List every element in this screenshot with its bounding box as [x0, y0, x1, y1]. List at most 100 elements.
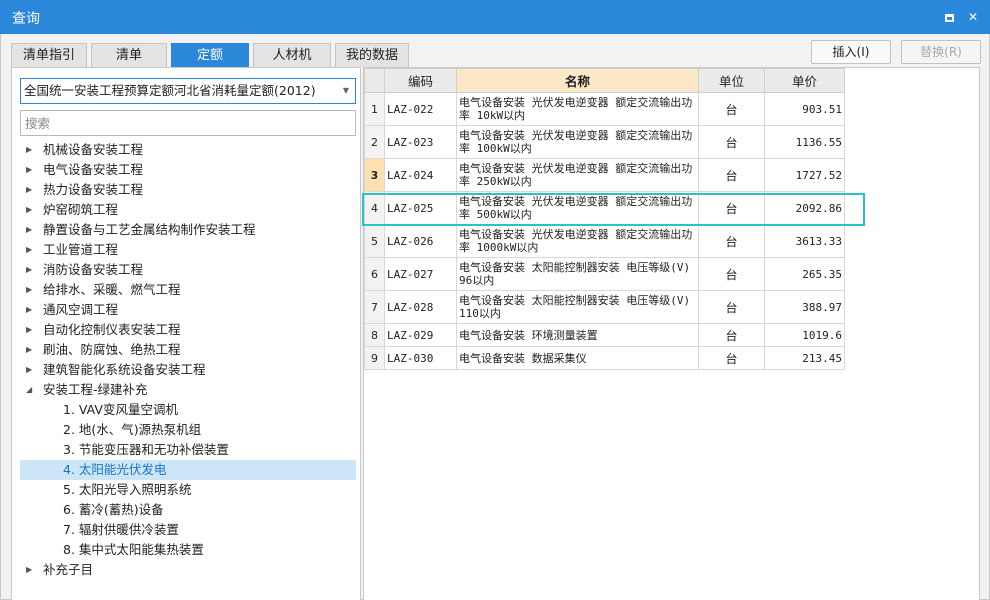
unit-cell[interactable]: 台 — [698, 92, 765, 126]
caret-right-icon[interactable]: ▶ — [26, 280, 36, 300]
price-cell[interactable]: 2092.86 — [764, 191, 845, 225]
name-cell[interactable]: 电气设备安装 光伏发电逆变器 额定交流输出功率 10kW以内 — [456, 92, 699, 126]
table-row[interactable]: 4 LAZ-025 电气设备安装 光伏发电逆变器 额定交流输出功率 500kW以内台… — [364, 191, 845, 225]
code-cell[interactable]: LAZ-023 — [384, 125, 457, 159]
caret-right-icon[interactable]: ▶ — [26, 340, 36, 360]
table-row[interactable]: 9 LAZ-030 电气设备安装 数据采集仪台 213.45 — [364, 346, 845, 370]
tree-item[interactable]: ▶ 建筑智能化系统设备安装工程 — [20, 360, 356, 380]
caret-right-icon[interactable]: ▶ — [26, 220, 36, 240]
code-cell[interactable]: LAZ-028 — [384, 290, 457, 324]
table-row[interactable]: 7 LAZ-028 电气设备安装 太阳能控制器安装 电压等级(V) 110以内台 38… — [364, 290, 845, 324]
caret-right-icon[interactable]: ▶ — [26, 260, 36, 280]
price-cell[interactable]: 1019.6 — [764, 323, 845, 347]
price-cell[interactable]: 265.35 — [764, 257, 845, 291]
unit-cell[interactable]: 台 — [698, 125, 765, 159]
row-index-cell[interactable]: 3 — [364, 158, 385, 192]
row-index-cell[interactable]: 6 — [364, 257, 385, 291]
header-unit[interactable]: 单位 — [698, 68, 765, 93]
code-cell[interactable]: LAZ-022 — [384, 92, 457, 126]
tree-item[interactable]: ▶ 电气设备安装工程 — [20, 160, 356, 180]
tab-quota[interactable]: 定额 — [171, 43, 249, 67]
header-name[interactable]: 名称 — [456, 68, 699, 93]
tree-item[interactable]: ▶ 通风空调工程 — [20, 300, 356, 320]
tree-child-item[interactable]: 4. 太阳能光伏发电 — [20, 460, 356, 480]
tree-item[interactable]: ▶ 刷油、防腐蚀、绝热工程 — [20, 340, 356, 360]
tree-child-item[interactable]: 5. 太阳光导入照明系统 — [20, 480, 356, 500]
name-cell[interactable]: 电气设备安装 光伏发电逆变器 额定交流输出功率 500kW以内 — [456, 191, 699, 225]
header-code[interactable]: 编码 — [384, 68, 457, 93]
name-cell[interactable]: 电气设备安装 光伏发电逆变器 额定交流输出功率 1000kW以内 — [456, 224, 699, 258]
row-index-cell[interactable]: 9 — [364, 346, 385, 370]
tab-bill[interactable]: 清单 — [91, 43, 167, 67]
tree-item[interactable]: ▶ 静置设备与工艺金属结构制作安装工程 — [20, 220, 356, 240]
caret-right-icon[interactable]: ▶ — [26, 560, 36, 580]
caret-right-icon[interactable]: ▶ — [26, 180, 36, 200]
unit-cell[interactable]: 台 — [698, 346, 765, 370]
tree-child-item[interactable]: 2. 地(水、气)源热泵机组 — [20, 420, 356, 440]
search-input[interactable] — [20, 110, 356, 136]
code-cell[interactable]: LAZ-029 — [384, 323, 457, 347]
code-cell[interactable]: LAZ-025 — [384, 191, 457, 225]
row-index-cell[interactable]: 8 — [364, 323, 385, 347]
tree-item[interactable]: ▶ 工业管道工程 — [20, 240, 356, 260]
code-cell[interactable]: LAZ-027 — [384, 257, 457, 291]
close-icon[interactable]: ✕ — [964, 8, 982, 26]
price-cell[interactable]: 903.51 — [764, 92, 845, 126]
caret-right-icon[interactable]: ▶ — [26, 140, 36, 160]
caret-right-icon[interactable]: ▶ — [26, 200, 36, 220]
table-row[interactable]: 3 LAZ-024 电气设备安装 光伏发电逆变器 额定交流输出功率 250kW以内台… — [364, 158, 845, 192]
chevron-down-icon[interactable]: ▼ — [343, 79, 349, 103]
unit-cell[interactable]: 台 — [698, 290, 765, 324]
tree-child-item[interactable]: 8. 集中式太阳能集热装置 — [20, 540, 356, 560]
tree-item[interactable]: ▶ 炉窑砌筑工程 — [20, 200, 356, 220]
name-cell[interactable]: 电气设备安装 数据采集仪 — [456, 346, 699, 370]
price-cell[interactable]: 388.97 — [764, 290, 845, 324]
maximize-icon[interactable] — [940, 8, 958, 26]
name-cell[interactable]: 电气设备安装 太阳能控制器安装 电压等级(V) 96以内 — [456, 257, 699, 291]
header-price[interactable]: 单价 — [764, 68, 845, 93]
table-row[interactable]: 5 LAZ-026 电气设备安装 光伏发电逆变器 额定交流输出功率 1000kW以内… — [364, 224, 845, 258]
tree-item[interactable]: ▶ 给排水、采暖、燃气工程 — [20, 280, 356, 300]
tab-my-data[interactable]: 我的数据 — [335, 43, 409, 67]
tree-child-item[interactable]: 7. 辐射供暖供冷装置 — [20, 520, 356, 540]
tab-labor-material-machine[interactable]: 人材机 — [253, 43, 331, 67]
unit-cell[interactable]: 台 — [698, 158, 765, 192]
unit-cell[interactable]: 台 — [698, 323, 765, 347]
name-cell[interactable]: 电气设备安装 太阳能控制器安装 电压等级(V) 110以内 — [456, 290, 699, 324]
price-cell[interactable]: 1136.55 — [764, 125, 845, 159]
tree-child-item[interactable]: 6. 蓄冷(蓄热)设备 — [20, 500, 356, 520]
code-cell[interactable]: LAZ-024 — [384, 158, 457, 192]
header-index[interactable] — [364, 68, 385, 93]
unit-cell[interactable]: 台 — [698, 191, 765, 225]
unit-cell[interactable]: 台 — [698, 257, 765, 291]
row-index-cell[interactable]: 1 — [364, 92, 385, 126]
row-index-cell[interactable]: 2 — [364, 125, 385, 159]
table-row[interactable]: 2 LAZ-023 电气设备安装 光伏发电逆变器 额定交流输出功率 100kW以内台… — [364, 125, 845, 159]
replace-button[interactable]: 替换(R) — [901, 40, 981, 64]
code-cell[interactable]: LAZ-030 — [384, 346, 457, 370]
tree-item[interactable]: ▶ 补充子目 — [20, 560, 356, 580]
table-row[interactable]: 1 LAZ-022 电气设备安装 光伏发电逆变器 额定交流输出功率 10kW以内台 9… — [364, 92, 845, 126]
price-cell[interactable]: 3613.33 — [764, 224, 845, 258]
tree-item[interactable]: ▶ 自动化控制仪表安装工程 — [20, 320, 356, 340]
row-index-cell[interactable]: 7 — [364, 290, 385, 324]
table-row[interactable]: 8 LAZ-029 电气设备安装 环境测量装置台 1019.6 — [364, 323, 845, 347]
table-row[interactable]: 6 LAZ-027 电气设备安装 太阳能控制器安装 电压等级(V) 96以内台 265… — [364, 257, 845, 291]
caret-right-icon[interactable]: ▶ — [26, 320, 36, 340]
caret-down-icon[interactable]: ◢ — [26, 380, 36, 400]
caret-right-icon[interactable]: ▶ — [26, 160, 36, 180]
code-cell[interactable]: LAZ-026 — [384, 224, 457, 258]
unit-cell[interactable]: 台 — [698, 224, 765, 258]
insert-button[interactable]: 插入(I) — [811, 40, 891, 64]
name-cell[interactable]: 电气设备安装 环境测量装置 — [456, 323, 699, 347]
tree-item[interactable]: ▶ 机械设备安装工程 — [20, 140, 356, 160]
tab-bill-guide[interactable]: 清单指引 — [11, 43, 87, 67]
row-index-cell[interactable]: 5 — [364, 224, 385, 258]
caret-right-icon[interactable]: ▶ — [26, 240, 36, 260]
tree-child-item[interactable]: 1. VAV变风量空调机 — [20, 400, 356, 420]
caret-right-icon[interactable]: ▶ — [26, 300, 36, 320]
tree-item[interactable]: ▶ 热力设备安装工程 — [20, 180, 356, 200]
tree-item[interactable]: ▶ 消防设备安装工程 — [20, 260, 356, 280]
price-cell[interactable]: 1727.52 — [764, 158, 845, 192]
caret-right-icon[interactable]: ▶ — [26, 360, 36, 380]
